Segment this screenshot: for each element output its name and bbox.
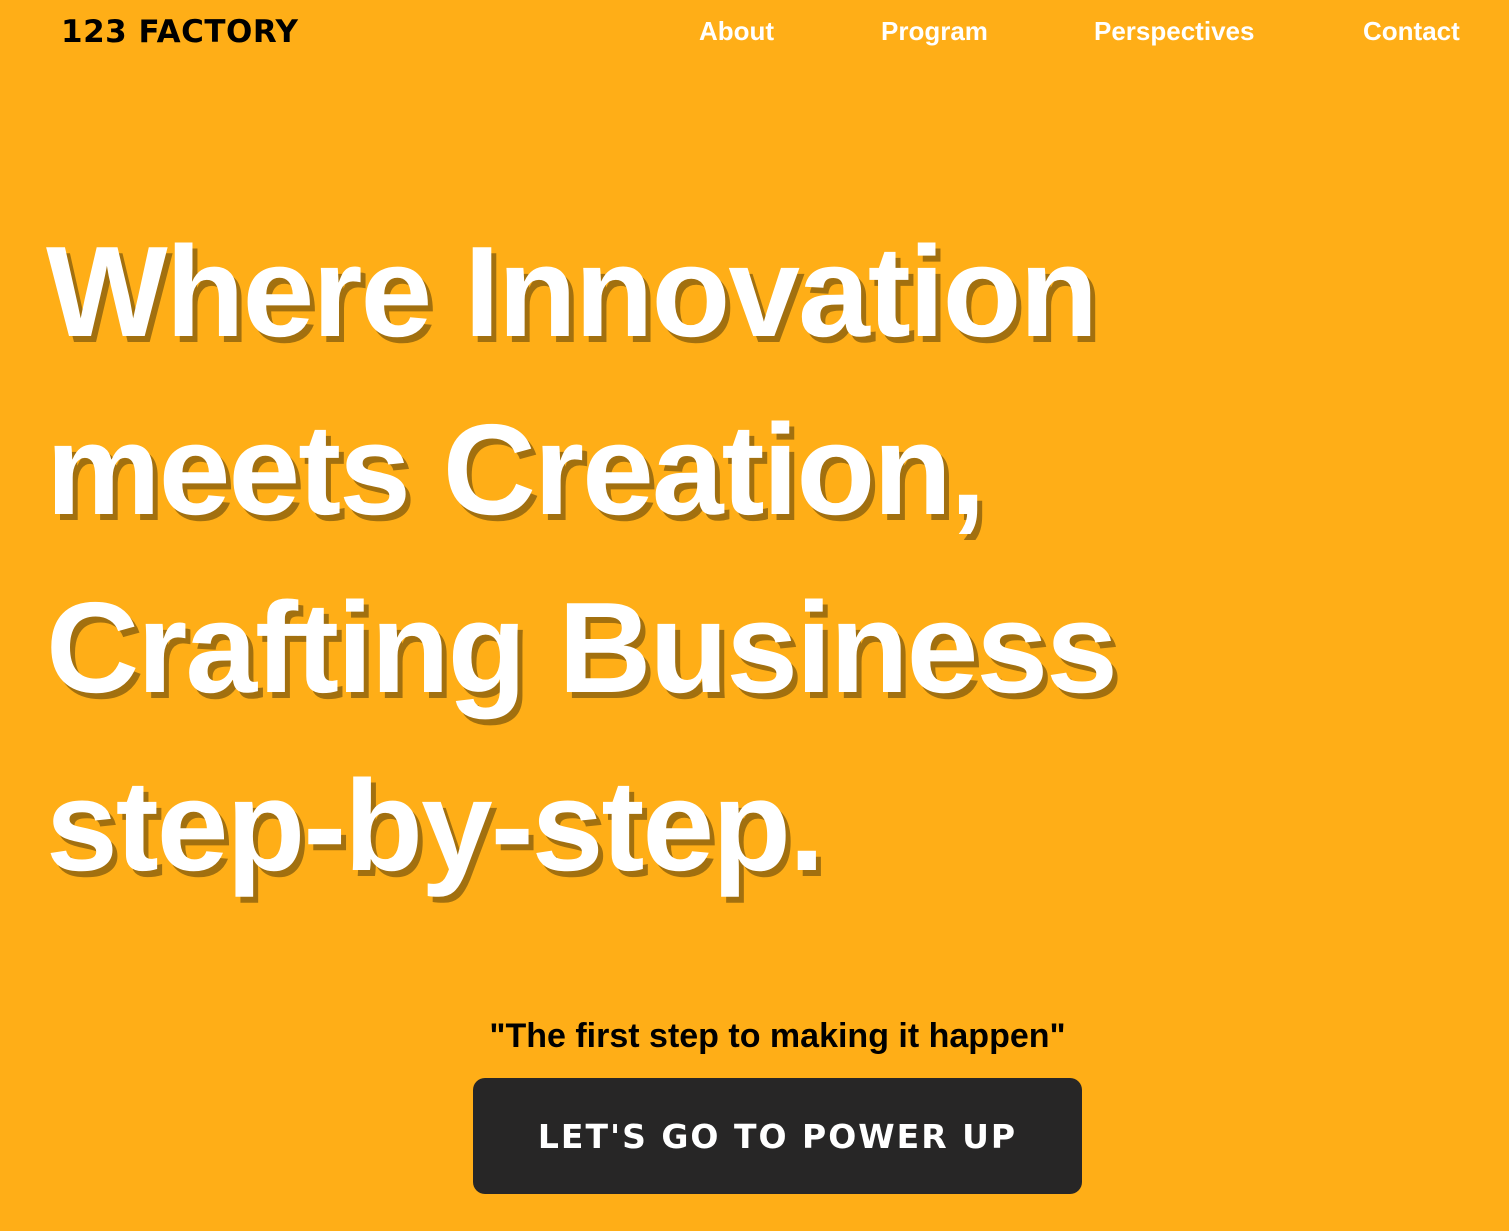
nav-contact[interactable]: Contact (1363, 16, 1460, 47)
hero-line: Where Innovation (46, 220, 1098, 364)
hero-line: step-by-step. (46, 754, 825, 898)
logo[interactable]: 123 FACTORY (61, 14, 299, 50)
power-up-button[interactable]: LET'S GO TO POWER UP (473, 1078, 1082, 1194)
nav-perspectives[interactable]: Perspectives (1094, 16, 1254, 47)
hero-headline: Where Innovation meets Creation, Craftin… (46, 203, 1118, 915)
hero-line: Crafting Business (46, 576, 1118, 720)
tagline-quote: "The first step to making it happen" (489, 1017, 1066, 1055)
nav-about[interactable]: About (699, 16, 774, 47)
hero-line: meets Creation, (46, 398, 986, 542)
nav-program[interactable]: Program (881, 16, 988, 47)
